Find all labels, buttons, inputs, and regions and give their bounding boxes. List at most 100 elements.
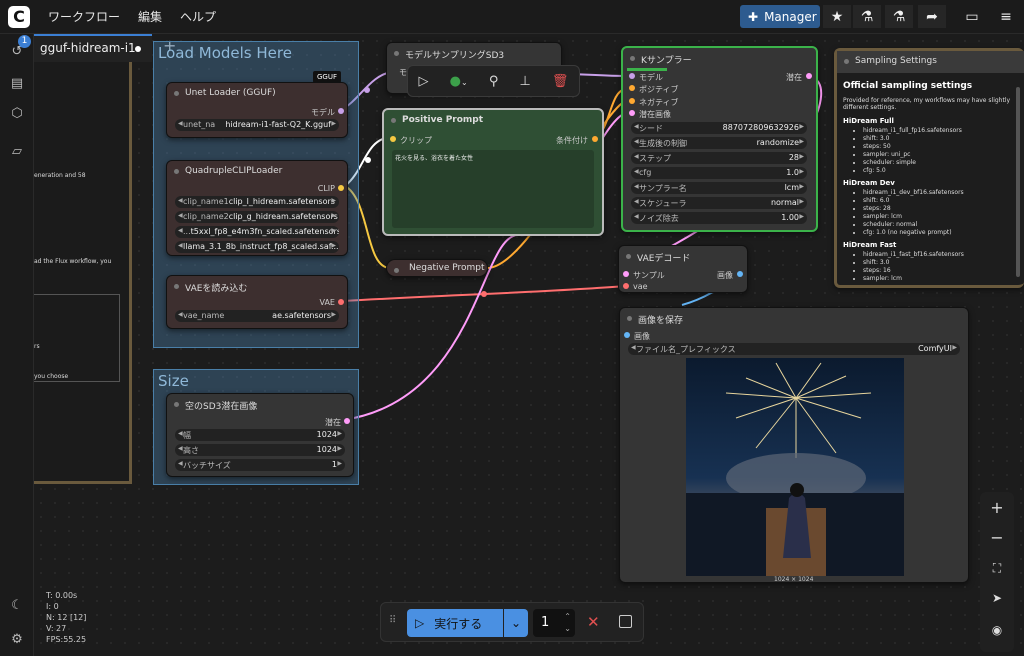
- zoom-out-icon[interactable]: −: [980, 526, 1014, 550]
- comfy-logo-icon[interactable]: C: [8, 5, 30, 28]
- node-quad-clip-loader[interactable]: QuadrupleCLIPLoader CLIP clip_name1clip_…: [166, 160, 348, 256]
- fireworks-picture: [686, 362, 904, 576]
- note-scrollbar[interactable]: [1016, 87, 1020, 277]
- output-port[interactable]: [592, 136, 598, 142]
- node-vae-decode[interactable]: VAEデコード サンプル vae 画像: [618, 245, 748, 293]
- panel-toggle-icon[interactable]: ▭: [958, 5, 986, 28]
- node-negative-prompt-collapsed[interactable]: Negative Prompt: [386, 259, 488, 277]
- widget-scheduler[interactable]: スケジューラnormal: [631, 197, 807, 209]
- input-port[interactable]: [629, 98, 635, 104]
- node-ksampler[interactable]: Kサンプラー 潜在 モデル ポジティブ ネガティブ 潜在画像 シード887072…: [621, 46, 818, 232]
- eye-icon[interactable]: ◉: [980, 618, 1014, 642]
- widget-sampler[interactable]: サンプラー名lcm: [631, 182, 807, 194]
- input-port[interactable]: [629, 73, 635, 79]
- output-port-label: 潜在: [325, 418, 341, 427]
- cube-icon[interactable]: ⬡: [7, 104, 27, 124]
- input-port[interactable]: [624, 332, 630, 338]
- document-icon[interactable]: ▤: [7, 74, 27, 94]
- widget-denoise[interactable]: ノイズ除去1.00: [631, 212, 807, 224]
- node-positive-prompt[interactable]: Positive Prompt クリップ 条件付け 花火を見る、浴衣を着た女性: [382, 108, 604, 236]
- note-text: ad the Flux workflow, you: [34, 258, 112, 265]
- input-port[interactable]: [629, 85, 635, 91]
- preview-image[interactable]: [686, 358, 904, 576]
- zoom-in-icon[interactable]: +: [980, 496, 1014, 520]
- cancel-icon[interactable]: ✕: [587, 613, 600, 631]
- widget-clip-name3[interactable]: ...t5xxl_fp8_e4m3fn_scaled.safetensors: [175, 226, 339, 238]
- input-port[interactable]: [390, 136, 396, 142]
- node-title: VAEデコード: [619, 246, 747, 268]
- color-picker-icon[interactable]: ●⌄: [450, 74, 468, 89]
- widget-clip-name2[interactable]: clip_name2clip_g_hidream.safetensors: [175, 211, 339, 223]
- widget-clip-name4[interactable]: llama_3.1_8b_instruct_fp8_scaled.saf...: [175, 241, 339, 253]
- prompt-textarea[interactable]: 花火を見る、浴衣を着た女性: [392, 150, 594, 228]
- section-heading: HiDream Dev: [843, 179, 895, 187]
- input-port-label: サンプル: [633, 271, 665, 280]
- node-sampling-settings-note[interactable]: Sampling Settings Official sampling sett…: [834, 48, 1024, 288]
- gear-icon[interactable]: ⚙: [7, 630, 27, 650]
- input-port-label: モデル: [639, 73, 663, 82]
- star-icon[interactable]: ★: [823, 5, 851, 28]
- share-icon[interactable]: ➦: [918, 5, 946, 28]
- output-port-label: モデル: [311, 108, 335, 117]
- widget-cfg[interactable]: cfg1.0: [631, 167, 807, 179]
- node-title: Sampling Settings: [837, 51, 1024, 73]
- output-port-label: CLIP: [317, 184, 335, 193]
- list-item: scheduler: simple: [863, 159, 1015, 167]
- hamburger-menu-icon[interactable]: ≡: [992, 5, 1020, 28]
- output-port[interactable]: [338, 185, 344, 191]
- list-item: shift: 6.0: [863, 197, 1015, 205]
- widget-width[interactable]: 幅1024: [175, 429, 345, 441]
- folder-icon[interactable]: ▱: [7, 142, 27, 162]
- output-port[interactable]: [806, 73, 812, 79]
- input-port[interactable]: [623, 283, 629, 289]
- image-size-label: 1024 × 1024: [774, 576, 814, 583]
- node-alt-icon[interactable]: ⚗: [885, 5, 913, 28]
- run-mode-dropdown-icon[interactable]: ⌄: [504, 609, 528, 637]
- drag-handle-icon[interactable]: ⠿: [389, 615, 396, 626]
- play-icon[interactable]: ▷: [419, 74, 429, 89]
- wand-icon[interactable]: ⚲: [489, 74, 499, 89]
- manager-button[interactable]: ✚ Manager: [740, 5, 820, 28]
- output-port[interactable]: [344, 418, 350, 424]
- output-port[interactable]: [338, 108, 344, 114]
- widget-control-after[interactable]: 生成後の制御randomize: [631, 137, 807, 149]
- menu-edit[interactable]: 編集: [138, 8, 162, 25]
- output-port[interactable]: [737, 271, 743, 277]
- run-button[interactable]: ▷ 実行する: [407, 609, 503, 637]
- widget-vae-name[interactable]: vae_nameae.safetensors: [175, 310, 339, 322]
- output-port-label: 潜在: [786, 73, 802, 82]
- navigate-icon[interactable]: ➤: [980, 586, 1014, 610]
- widget-unet-name[interactable]: unet_nahidream-i1-fast-Q2_K.gguf: [175, 119, 339, 131]
- batch-count-input[interactable]: 1 ⌃ ⌄: [533, 609, 575, 637]
- node-save-image[interactable]: 画像を保存 画像 ファイル名_プレフィックスComfyUI 1024 × 102…: [619, 307, 969, 583]
- stop-icon[interactable]: [619, 615, 632, 628]
- list-item: hidream_i1_full_fp16.safetensors: [863, 127, 1015, 135]
- widget-seed[interactable]: シード887072809632926: [631, 122, 807, 134]
- widget-batch-size[interactable]: バッチサイズ1: [175, 459, 345, 471]
- input-port[interactable]: [623, 271, 629, 277]
- pin-icon[interactable]: ⊥: [519, 74, 530, 89]
- widget-clip-name1[interactable]: clip_name1clip_l_hidream.safetensors: [175, 196, 339, 208]
- widget-height[interactable]: 高さ1024: [175, 444, 345, 456]
- input-port-label: vae: [633, 282, 648, 291]
- section-heading: HiDream Fast: [843, 241, 897, 249]
- group-title: Load Models Here: [158, 44, 292, 62]
- node-icon[interactable]: ⚗: [853, 5, 881, 28]
- input-port[interactable]: [629, 110, 635, 116]
- menu-help[interactable]: ヘルプ: [180, 8, 216, 25]
- trash-icon[interactable]: 🗑: [552, 74, 569, 89]
- output-port[interactable]: [338, 299, 344, 305]
- node-title: Negative Prompt: [387, 260, 487, 278]
- list-item: hidream_i1_dev_bf16.safetensors: [863, 189, 1015, 197]
- widget-filename-prefix[interactable]: ファイル名_プレフィックスComfyUI: [628, 343, 960, 355]
- moon-icon[interactable]: ☾: [7, 596, 27, 616]
- menu-workflow[interactable]: ワークフロー: [48, 8, 120, 25]
- node-unet-loader[interactable]: Unet Loader (GGUF) GGUF モデル unet_nahidre…: [166, 71, 348, 138]
- node-empty-sd3-latent[interactable]: 空のSD3潜在画像 潜在 幅1024 高さ1024 バッチサイズ1: [166, 393, 354, 477]
- input-port-label: ポジティブ: [639, 85, 679, 94]
- notes-panel[interactable]: eneration and 58 ad the Flux workflow, y…: [34, 62, 132, 484]
- input-port-label: 潜在画像: [639, 110, 671, 119]
- node-vae-loader[interactable]: VAEを読み込む VAE vae_nameae.safetensors: [166, 275, 348, 329]
- fit-view-icon[interactable]: ⛶: [980, 556, 1014, 580]
- widget-steps[interactable]: ステップ28: [631, 152, 807, 164]
